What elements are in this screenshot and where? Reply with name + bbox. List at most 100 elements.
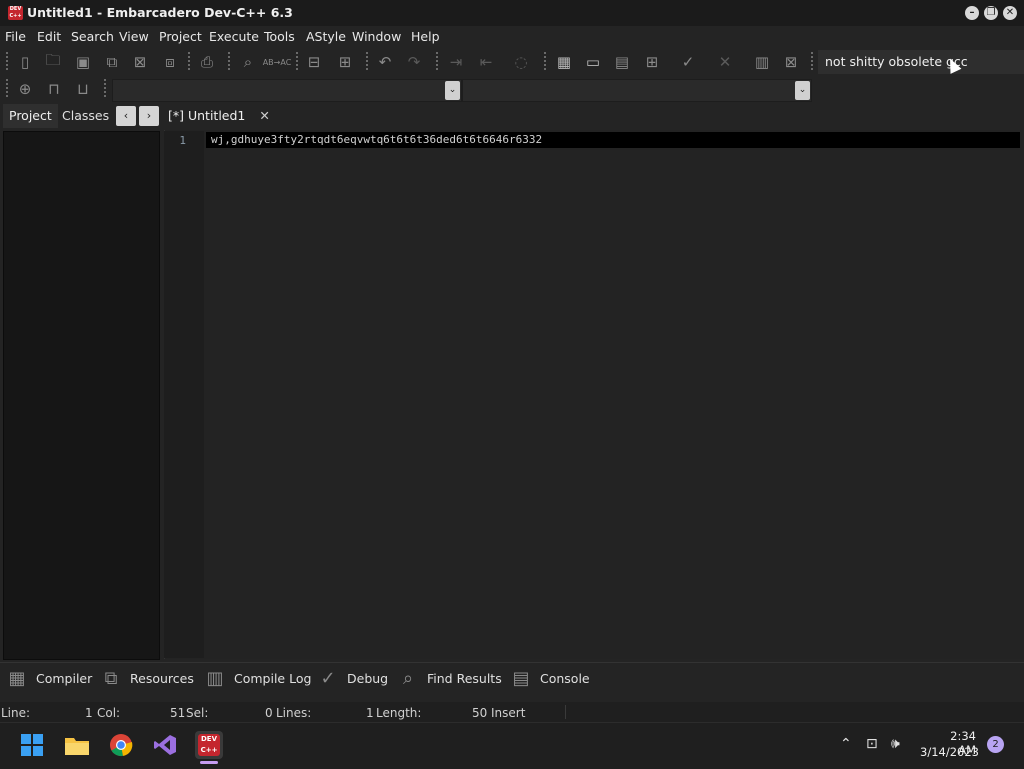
clock-date[interactable]: 3/14/2023 — [920, 745, 979, 759]
side-panel-tabs: Project Classes ‹ › — [0, 104, 162, 128]
chevron-right-icon[interactable]: › — [139, 106, 159, 126]
devcpp-icon[interactable]: DEV C++ — [195, 731, 223, 759]
devcpp-app-icon[interactable]: DEV C++ — [8, 6, 23, 20]
toolbar-separator — [366, 52, 368, 72]
restore-icon[interactable]: ❐ — [984, 6, 998, 20]
status-mode: Insert — [491, 706, 526, 720]
syntax-check-icon[interactable]: ✓ — [677, 51, 699, 73]
chevron-up-icon[interactable]: ⌃ — [840, 736, 852, 752]
rebuild-all-icon[interactable]: ⊞ — [641, 51, 663, 73]
menu-edit[interactable]: Edit — [37, 29, 61, 44]
unindent-icon[interactable]: ⇤ — [475, 51, 497, 73]
menu-search[interactable]: Search — [71, 29, 114, 44]
tab-classes[interactable]: Classes — [56, 104, 115, 128]
console-icon: ▤ — [512, 667, 530, 689]
menu-tools[interactable]: Tools — [264, 29, 295, 44]
minimize-icon[interactable]: – — [965, 6, 979, 20]
chevron-down-icon[interactable]: ⌄ — [445, 81, 460, 100]
tab-resources[interactable]: ⧉ Resources — [98, 665, 194, 691]
window-title: Untitled1 - Embarcadero Dev-C++ 6.3 — [27, 5, 293, 20]
line-gutter — [164, 131, 204, 658]
menu-execute[interactable]: Execute — [209, 29, 259, 44]
status-sel-value: 0 — [265, 706, 273, 720]
tab-console[interactable]: ▤ Console — [508, 665, 590, 691]
notification-badge[interactable]: 2 — [987, 736, 1004, 753]
save-all-icon[interactable]: ⧉ — [101, 51, 123, 73]
tab-compile-log[interactable]: ▥ Compile Log — [202, 665, 311, 691]
bookmark-icon[interactable]: ⊓ — [43, 78, 65, 100]
status-lines-value: 1 — [366, 706, 374, 720]
editor-tab-label: [*] Untitled1 — [168, 108, 246, 123]
editor-tab-untitled1[interactable]: [*] Untitled1 ✕ — [168, 105, 270, 127]
stop-execution-icon[interactable]: ✕ — [714, 51, 736, 73]
grid-icon: ▦ — [8, 667, 26, 689]
app-icon-text: DEV C++ — [9, 6, 22, 19]
menu-view[interactable]: View — [119, 29, 149, 44]
tab-project[interactable]: Project — [3, 104, 58, 128]
comment-icon[interactable]: ◌ — [510, 51, 532, 73]
menu-window[interactable]: Window — [352, 29, 401, 44]
tab-label: Debug — [347, 670, 389, 686]
find-icon[interactable]: ⌕ — [237, 51, 259, 73]
undo-icon[interactable]: ↶ — [374, 51, 396, 73]
new-file-icon[interactable]: ▯ — [14, 51, 36, 73]
volume-icon[interactable]: 🕪 — [891, 736, 900, 752]
tab-label: Compiler — [36, 670, 93, 686]
tab-debug[interactable]: ✓ Debug — [315, 665, 388, 691]
close-icon[interactable]: ✕ — [1003, 6, 1017, 20]
open-folder-icon[interactable]: 🗀 — [42, 51, 64, 73]
tab-compiler[interactable]: ▦ Compiler — [4, 665, 92, 691]
close-all-icon[interactable]: ⧈ — [159, 51, 181, 73]
status-col-label: Col: — [97, 706, 121, 720]
class-dropdown[interactable]: ⌄ — [112, 79, 462, 102]
chrome-icon[interactable] — [107, 731, 135, 759]
menu-file[interactable]: File — [5, 29, 26, 44]
status-length-label: Length: — [376, 706, 422, 720]
status-line-value: 1 — [85, 706, 93, 720]
delete-profile-icon[interactable]: ⊠ — [780, 51, 802, 73]
bar-chart-icon: ▥ — [206, 667, 224, 689]
status-length-value: 50 — [472, 706, 488, 720]
status-lines-label: Lines: — [276, 706, 312, 720]
network-icon[interactable]: ⊡ — [866, 736, 878, 752]
devcpp-icon-text: DEV C++ — [198, 734, 220, 756]
close-file-icon[interactable]: ⊠ — [129, 51, 151, 73]
status-bar: Line: 1 Col: 51 Sel: 0 Lines: 1 Length: … — [0, 702, 1024, 722]
toggle-bookmark-icon[interactable]: ⊞ — [334, 51, 356, 73]
redo-icon[interactable]: ↷ — [403, 51, 425, 73]
toolbar-separator — [228, 52, 230, 72]
chevron-left-icon[interactable]: ‹ — [116, 106, 136, 126]
goto-bookmark-icon[interactable]: ⊔ — [72, 78, 94, 100]
toolbar-separator — [436, 52, 438, 72]
insert-icon[interactable]: ⊕ — [14, 78, 36, 100]
tab-label: Console — [540, 670, 590, 686]
windows-start-icon[interactable] — [18, 731, 46, 759]
menu-help[interactable]: Help — [411, 29, 440, 44]
profile-icon[interactable]: ▥ — [751, 51, 773, 73]
menu-project[interactable]: Project — [159, 29, 202, 44]
compile-icon[interactable]: ▦ — [553, 51, 575, 73]
replace-icon[interactable]: AB→AC — [263, 51, 292, 73]
file-explorer-icon[interactable] — [63, 731, 91, 759]
menu-astyle[interactable]: AStyle — [306, 29, 346, 44]
code-line[interactable]: wj,gdhuye3fty2rtqdt6eqvwtq6t6t6t36ded6t6… — [211, 133, 542, 146]
print-icon[interactable]: ⎙ — [196, 51, 218, 73]
compiler-select[interactable]: not shitty obsolete gcc — [818, 50, 1024, 74]
visual-studio-icon[interactable] — [151, 731, 179, 759]
tab-label: Resources — [130, 670, 194, 686]
chevron-down-icon[interactable]: ⌄ — [795, 81, 810, 100]
toolbar-separator — [104, 79, 106, 99]
close-tab-icon[interactable]: ✕ — [259, 108, 269, 123]
save-icon[interactable]: ▣ — [72, 51, 94, 73]
line-number: 1 — [179, 134, 186, 147]
goto-line-icon[interactable]: ⊟ — [303, 51, 325, 73]
run-icon[interactable]: ▭ — [582, 51, 604, 73]
indent-icon[interactable]: ⇥ — [445, 51, 467, 73]
code-editor[interactable] — [164, 130, 1024, 659]
member-dropdown[interactable]: ⌄ — [462, 79, 812, 102]
search-icon: ⌕ — [402, 667, 414, 689]
tab-find-results[interactable]: ⌕ Find Results — [395, 665, 502, 691]
compile-run-icon[interactable]: ▤ — [611, 51, 633, 73]
project-tree[interactable] — [3, 131, 160, 660]
toolbar-grip — [6, 79, 8, 99]
